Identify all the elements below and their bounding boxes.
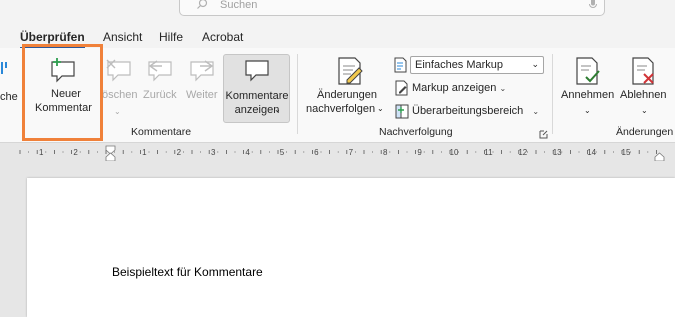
ruler-number: 2 <box>177 148 182 157</box>
revision-pane-icon <box>395 104 409 122</box>
ruler-number: 2 <box>73 148 78 157</box>
title-bar: Suchen <box>0 0 675 24</box>
hanging-indent-marker <box>105 152 116 162</box>
ruler-number: 10 <box>450 148 459 157</box>
search-input[interactable]: Suchen <box>220 0 257 11</box>
comments-group-label: Kommentare <box>131 126 192 138</box>
revision-pane-label: Überarbeitungsbereich <box>412 105 524 117</box>
delete-comment-icon <box>104 58 134 87</box>
chevron-down-icon: ⌄ <box>274 105 281 114</box>
ruler-number: 13 <box>553 148 562 157</box>
chevron-down-icon: ⌄ <box>499 84 507 93</box>
ruler-number: 12 <box>518 148 527 157</box>
delete-comment-button[interactable]: öschen <box>102 89 137 102</box>
chevron-down-icon[interactable]: ⌄ <box>641 104 648 117</box>
new-comment-label-2: Kommentar <box>35 102 92 114</box>
ruler-number: 15 <box>622 148 631 157</box>
horizontal-ruler[interactable]: 1 2 1 2 3 4 5 6 7 8 9 10 11 12 13 14 15 <box>0 143 675 162</box>
document-page[interactable]: Beispieltext für Kommentare <box>27 178 675 317</box>
tab-review[interactable]: Überprüfen <box>20 30 85 49</box>
ribbon-tabs: Überprüfen Ansicht Hilfe Acrobat <box>0 24 675 49</box>
right-indent-marker <box>654 152 665 162</box>
group-divider <box>297 54 298 134</box>
ruler-number: 3 <box>211 148 216 157</box>
show-markup-button[interactable]: Markup anzeigen ⌄ <box>412 82 506 94</box>
show-comments-icon <box>243 58 271 87</box>
ruler-number: 7 <box>349 148 354 157</box>
changes-group-label: Änderungen <box>616 126 674 138</box>
tab-help[interactable]: Hilfe <box>159 30 183 44</box>
previous-comment-icon <box>145 58 175 87</box>
track-changes-button[interactable]: nachverfolgen <box>306 103 375 116</box>
show-markup-icon <box>395 80 409 99</box>
ruler-number: 1 <box>39 148 44 157</box>
ruler-number: 8 <box>383 148 388 157</box>
tracking-group-label: Nachverfolgung <box>379 126 453 138</box>
ruler-number: 1 <box>142 148 147 157</box>
markup-select-value: Einfaches Markup <box>415 59 504 71</box>
microphone-icon[interactable] <box>588 0 598 13</box>
revision-pane-button[interactable]: Überarbeitungsbereich ⌄ <box>412 105 539 117</box>
ruler-scale: 1 2 1 2 3 4 5 6 7 8 9 10 11 12 13 14 15 <box>19 145 665 162</box>
ruler-number: 5 <box>280 148 285 157</box>
compare-icon <box>0 60 10 81</box>
chevron-down-icon: ⌄ <box>532 107 540 116</box>
show-markup-label: Markup anzeigen <box>412 82 497 94</box>
partial-button-label[interactable]: che <box>0 91 18 104</box>
markup-select[interactable]: Einfaches Markup ⌄ <box>410 56 544 74</box>
dialog-launcher-icon[interactable] <box>539 128 548 142</box>
search-box[interactable]: Suchen <box>179 0 605 16</box>
delete-dropdown-chevron[interactable]: ⌄ <box>114 105 121 118</box>
tab-acrobat[interactable]: Acrobat <box>202 30 243 44</box>
new-comment-icon <box>47 56 79 87</box>
group-divider <box>552 54 553 134</box>
reject-change-icon <box>630 56 658 89</box>
tab-view[interactable]: Ansicht <box>103 30 142 44</box>
document-paragraph[interactable]: Beispieltext für Kommentare <box>112 265 263 279</box>
chevron-down-icon[interactable]: ⌄ <box>377 102 384 115</box>
reject-button[interactable]: Ablehnen <box>620 89 667 102</box>
chevron-down-icon[interactable]: ⌄ <box>584 104 591 117</box>
ribbon: che Neuer Kommentar öschen ⌄ Zurück Weit… <box>0 48 675 143</box>
new-comment-label-1: Neuer <box>51 88 81 100</box>
ruler-number: 11 <box>484 148 493 157</box>
next-comment-button[interactable]: Weiter <box>186 89 218 102</box>
track-changes-label-1: Änderungen <box>317 89 377 101</box>
accept-button[interactable]: Annehmen <box>561 89 614 102</box>
ruler-number: 14 <box>587 148 596 157</box>
search-icon <box>196 0 208 13</box>
chevron-down-icon: ⌄ <box>531 59 539 69</box>
display-for-review-icon <box>394 57 408 76</box>
ruler-number: 4 <box>245 148 250 157</box>
next-comment-icon <box>187 58 217 87</box>
ruler-number: 6 <box>314 148 319 157</box>
previous-comment-button[interactable]: Zurück <box>143 89 177 102</box>
accept-change-icon <box>574 56 602 89</box>
track-changes-icon <box>335 56 365 89</box>
show-comments-button[interactable]: Kommentare anzeigen ⌄ <box>223 54 290 123</box>
ruler-number: 9 <box>417 148 422 157</box>
show-comments-label-1: Kommentare <box>225 90 289 102</box>
